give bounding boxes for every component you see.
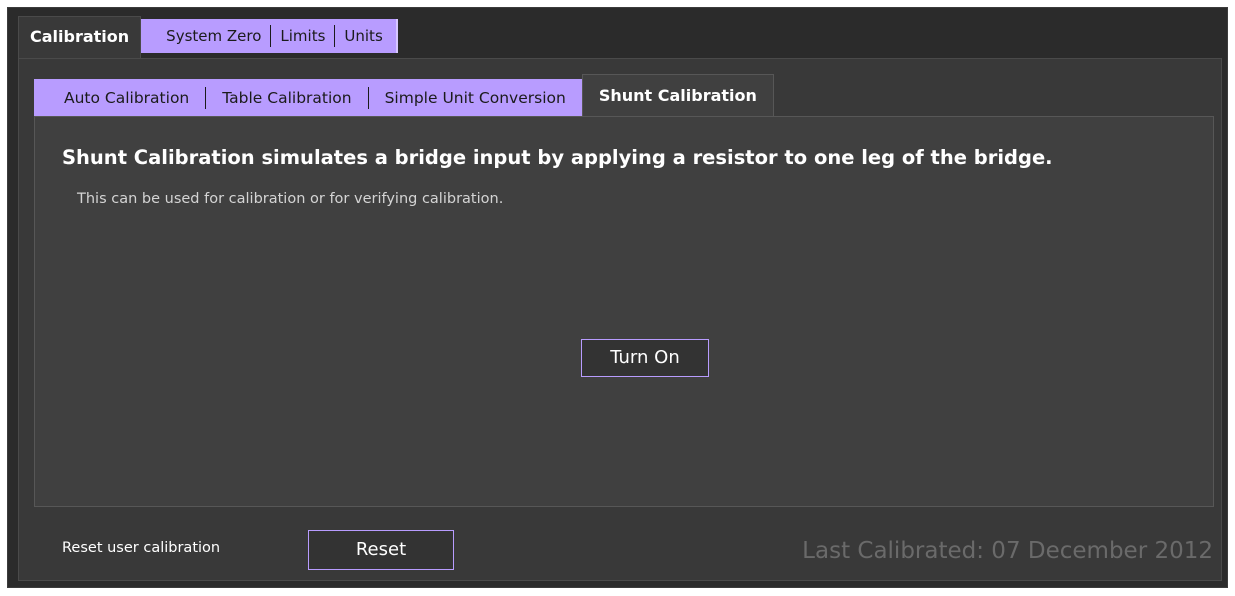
shunt-calibration-panel xyxy=(34,116,1214,507)
top-tab-group: System Zero Limits Units xyxy=(141,19,398,53)
inner-tab-bar: Auto Calibration Table Calibration Simpl… xyxy=(34,74,774,117)
turn-on-button[interactable]: Turn On xyxy=(581,339,709,377)
last-calibrated-status: Last Calibrated: 07 December 2012 xyxy=(802,538,1213,564)
tab-units[interactable]: Units xyxy=(335,19,391,53)
tab-limits[interactable]: Limits xyxy=(271,19,334,53)
top-tab-bar: Calibration System Zero Limits Units xyxy=(18,16,398,58)
panel-headline: Shunt Calibration simulates a bridge inp… xyxy=(62,146,1053,169)
reset-button[interactable]: Reset xyxy=(308,530,454,570)
panel-description: This can be used for calibration or for … xyxy=(77,191,504,207)
tab-simple-unit-conversion[interactable]: Simple Unit Conversion xyxy=(369,79,582,117)
tab-system-zero[interactable]: System Zero xyxy=(157,19,270,53)
tab-table-calibration[interactable]: Table Calibration xyxy=(206,79,367,117)
tab-calibration[interactable]: Calibration xyxy=(18,16,142,58)
reset-user-calibration-label: Reset user calibration xyxy=(62,540,221,556)
tab-auto-calibration[interactable]: Auto Calibration xyxy=(48,79,205,117)
inner-tab-group: Auto Calibration Table Calibration Simpl… xyxy=(34,79,582,117)
tab-shunt-calibration[interactable]: Shunt Calibration xyxy=(581,74,774,117)
